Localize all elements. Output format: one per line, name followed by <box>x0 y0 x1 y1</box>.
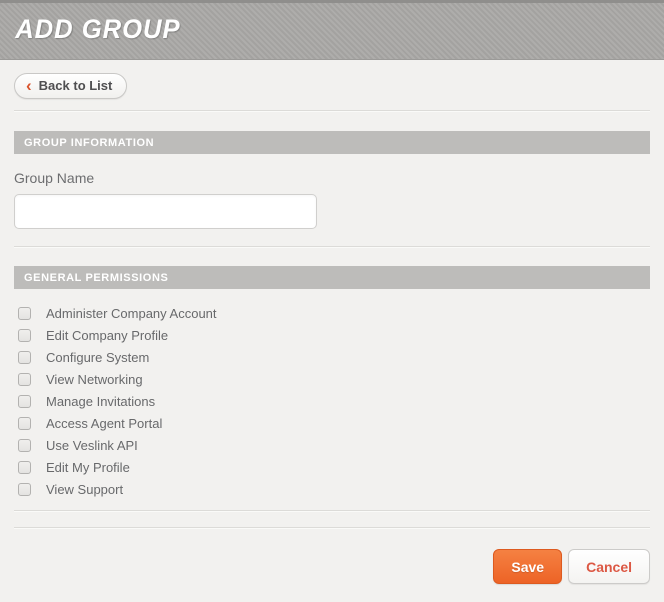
group-name-input[interactable] <box>14 194 317 229</box>
permission-row: Administer Company Account <box>14 302 650 324</box>
general-permissions-section-header: GENERAL PERMISSIONS <box>14 266 650 289</box>
divider <box>14 246 650 248</box>
permission-row: Manage Invitations <box>14 390 650 412</box>
permission-label[interactable]: Edit My Profile <box>46 460 130 475</box>
back-to-list-button[interactable]: ‹ Back to List <box>14 73 127 99</box>
permission-label[interactable]: Access Agent Portal <box>46 416 162 431</box>
permission-checkbox[interactable] <box>18 307 31 320</box>
permission-label[interactable]: View Support <box>46 482 123 497</box>
page-title: ADD GROUP <box>0 3 631 45</box>
add-group-page: ADD GROUP ‹ Back to List GROUP INFORMATI… <box>0 0 664 602</box>
divider <box>14 527 650 529</box>
group-information-section-header: GROUP INFORMATION <box>14 131 650 154</box>
permission-row: Configure System <box>14 346 650 368</box>
permission-row: View Networking <box>14 368 650 390</box>
permission-label[interactable]: Administer Company Account <box>46 306 217 321</box>
page-header: ADD GROUP <box>0 0 664 60</box>
divider <box>14 510 650 512</box>
permission-row: Access Agent Portal <box>14 412 650 434</box>
permission-checkbox[interactable] <box>18 483 31 496</box>
chevron-left-icon: ‹ <box>26 79 32 92</box>
form-footer: Save Cancel <box>0 549 664 584</box>
permission-label[interactable]: Configure System <box>46 350 149 365</box>
group-name-label: Group Name <box>14 170 650 186</box>
permission-row: Use Veslink API <box>14 434 650 456</box>
permissions-list: Administer Company Account Edit Company … <box>14 302 650 500</box>
permission-label[interactable]: Edit Company Profile <box>46 328 168 343</box>
permission-label[interactable]: View Networking <box>46 372 143 387</box>
permission-row: Edit Company Profile <box>14 324 650 346</box>
permission-checkbox[interactable] <box>18 461 31 474</box>
permission-checkbox[interactable] <box>18 395 31 408</box>
permission-checkbox[interactable] <box>18 417 31 430</box>
permission-row: Edit My Profile <box>14 456 650 478</box>
permission-label[interactable]: Manage Invitations <box>46 394 155 409</box>
permission-checkbox[interactable] <box>18 351 31 364</box>
permission-checkbox[interactable] <box>18 373 31 386</box>
back-to-list-label: Back to List <box>39 78 113 93</box>
permission-row: View Support <box>14 478 650 500</box>
divider <box>14 110 650 112</box>
form-content: ‹ Back to List GROUP INFORMATION Group N… <box>0 60 664 529</box>
cancel-button[interactable]: Cancel <box>568 549 650 584</box>
permission-checkbox[interactable] <box>18 439 31 452</box>
permission-label[interactable]: Use Veslink API <box>46 438 138 453</box>
permission-checkbox[interactable] <box>18 329 31 342</box>
save-button[interactable]: Save <box>493 549 562 584</box>
